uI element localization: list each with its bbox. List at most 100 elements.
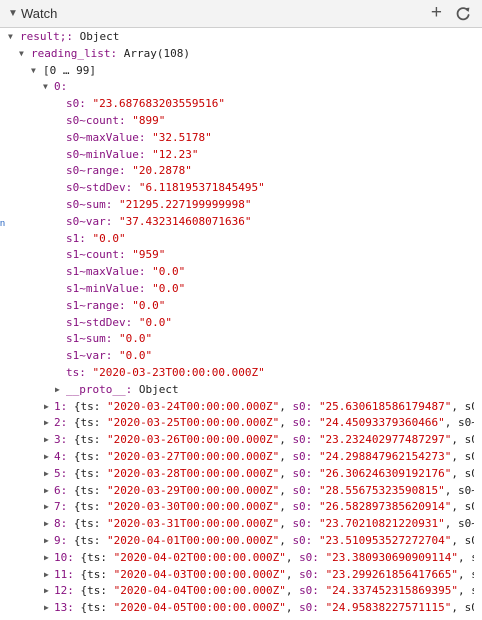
field-row[interactable]: s1~minValue: "0.0" bbox=[0, 281, 482, 298]
field-row[interactable]: ts: "2020-03-23T00:00:00.000Z" bbox=[0, 365, 482, 382]
collapsed-triangle-icon[interactable]: ▶ bbox=[44, 399, 49, 416]
panel-title[interactable]: Watch bbox=[21, 6, 57, 21]
array-item-row[interactable]: ▶ 13: {ts: "2020-04-05T00:00:00.000Z", s0… bbox=[0, 600, 482, 617]
item-tail: , s0~… bbox=[451, 433, 474, 447]
expanded-triangle-icon[interactable]: ▼ bbox=[31, 63, 36, 80]
collapsed-triangle-icon[interactable]: ▶ bbox=[44, 516, 49, 533]
field-row[interactable]: s1~range: "0.0" bbox=[0, 298, 482, 315]
item-s0-value: "23.380930690909114" bbox=[325, 550, 459, 564]
field-row[interactable]: s0: "23.687683203559516" bbox=[0, 96, 482, 113]
collapsed-triangle-icon[interactable]: ▶ bbox=[44, 432, 49, 449]
array-item-row[interactable]: ▶ 4: {ts: "2020-03-27T00:00:00.000Z", s0:… bbox=[0, 449, 482, 466]
item-tail: , s0~… bbox=[451, 449, 474, 463]
tree-row-range-group[interactable]: ▼ [0 … 99] bbox=[0, 63, 482, 80]
field-row[interactable]: s1~var: "0.0" bbox=[0, 348, 482, 365]
collapsed-triangle-icon[interactable]: ▶ bbox=[44, 499, 49, 516]
item-ts-value: "2020-04-05T00:00:00.000Z" bbox=[113, 601, 286, 615]
collapsed-triangle-icon[interactable]: ▶ bbox=[44, 567, 49, 584]
field-row[interactable]: s0~count: "899" bbox=[0, 113, 482, 130]
collapsed-triangle-icon[interactable]: ▶ bbox=[55, 382, 60, 399]
field-value: "23.687683203559516" bbox=[92, 97, 225, 111]
expanded-triangle-icon[interactable]: ▼ bbox=[8, 29, 13, 46]
field-key: s1~count: bbox=[66, 248, 126, 262]
array-item-row[interactable]: ▶ 5: {ts: "2020-03-28T00:00:00.000Z", s0:… bbox=[0, 466, 482, 483]
array-item-row[interactable]: ▶ 9: {ts: "2020-04-01T00:00:00.000Z", s0:… bbox=[0, 533, 482, 550]
collapsed-triangle-icon[interactable]: ▶ bbox=[44, 466, 49, 483]
item-separator: , bbox=[279, 433, 286, 447]
item-s0-key: s0: bbox=[292, 500, 313, 514]
field-row[interactable]: s1~count: "959" bbox=[0, 247, 482, 264]
item-s0-value: "24.298847962154273" bbox=[318, 449, 452, 463]
field-row[interactable]: s1: "0.0" bbox=[0, 231, 482, 248]
tree-row-proto[interactable]: ▶ __proto__: Object bbox=[0, 382, 482, 399]
item-open: {ts: bbox=[80, 567, 108, 581]
field-value: "2020-03-23T00:00:00.000Z" bbox=[92, 365, 265, 379]
refresh-icon[interactable] bbox=[454, 5, 472, 23]
item-index: 4: bbox=[54, 449, 68, 463]
item-open: {ts: bbox=[73, 533, 101, 547]
item-index: 12: bbox=[54, 584, 74, 598]
expanded-triangle-icon[interactable]: ▼ bbox=[43, 79, 48, 96]
expanded-triangle-icon[interactable]: ▼ bbox=[19, 46, 24, 63]
item-open: {ts: bbox=[73, 483, 101, 497]
field-key: s0: bbox=[66, 97, 86, 111]
item-separator: , bbox=[285, 550, 293, 564]
tree-row-result[interactable]: ▼ result;: Object bbox=[0, 29, 482, 46]
item-separator: , bbox=[285, 584, 293, 598]
field-row[interactable]: s1~stdDev: "0.0" bbox=[0, 315, 482, 332]
field-row[interactable]: s1~maxValue: "0.0" bbox=[0, 264, 482, 281]
collapsed-triangle-icon[interactable]: ▶ bbox=[44, 449, 49, 466]
item-separator: , bbox=[279, 466, 286, 480]
item-s0-value: "24.45093379360466" bbox=[318, 416, 445, 430]
panel-toggle-icon[interactable]: ▼ bbox=[8, 8, 18, 19]
item-tail: , s0… bbox=[451, 601, 474, 615]
field-row[interactable]: s0~range: "20.2878" bbox=[0, 163, 482, 180]
collapsed-triangle-icon[interactable]: ▶ bbox=[44, 483, 49, 500]
array-item-row[interactable]: ▶ 3: {ts: "2020-03-26T00:00:00.000Z", s0:… bbox=[0, 432, 482, 449]
item-open: {ts: bbox=[73, 416, 101, 430]
item-tail: , s0~… bbox=[444, 416, 474, 430]
item-index: 3: bbox=[54, 433, 68, 447]
array-item-row[interactable]: ▶ 8: {ts: "2020-03-31T00:00:00.000Z", s0:… bbox=[0, 516, 482, 533]
field-row[interactable]: s0~stdDev: "6.118195371845495" bbox=[0, 180, 482, 197]
item-tail: , s0~… bbox=[444, 483, 474, 497]
array-item-row[interactable]: ▶ 6: {ts: "2020-03-29T00:00:00.000Z", s0:… bbox=[0, 483, 482, 500]
array-item-row[interactable]: ▶ 2: {ts: "2020-03-25T00:00:00.000Z", s0:… bbox=[0, 415, 482, 432]
field-key: s0~stdDev: bbox=[66, 181, 133, 195]
collapsed-triangle-icon[interactable]: ▶ bbox=[44, 533, 49, 550]
field-key: s1: bbox=[66, 231, 86, 245]
array-item-row[interactable]: ▶ 10: {ts: "2020-04-02T00:00:00.000Z", s0… bbox=[0, 550, 482, 567]
tree-row-reading-list[interactable]: ▼ reading_list: Array(108) bbox=[0, 46, 482, 63]
collapsed-triangle-icon[interactable]: ▶ bbox=[44, 600, 49, 617]
range-group-label: [0 … 99] bbox=[43, 63, 96, 77]
array-item-row[interactable]: ▶ 1: {ts: "2020-03-24T00:00:00.000Z", s0:… bbox=[0, 399, 482, 416]
field-value: "12.23" bbox=[152, 147, 199, 161]
array-item-row[interactable]: ▶ 11: {ts: "2020-04-03T00:00:00.000Z", s0… bbox=[0, 567, 482, 584]
item-separator: , bbox=[279, 517, 286, 531]
field-row[interactable]: s1~sum: "0.0" bbox=[0, 331, 482, 348]
field-key: s1~maxValue: bbox=[66, 265, 146, 279]
field-key: s0~minValue: bbox=[66, 147, 146, 161]
field-value: "0.0" bbox=[118, 349, 153, 363]
collapsed-triangle-icon[interactable]: ▶ bbox=[44, 550, 49, 567]
item-separator: , bbox=[279, 533, 286, 547]
add-watch-button[interactable]: + bbox=[431, 2, 442, 24]
tree-row-item-0[interactable]: ▼ 0: bbox=[0, 79, 482, 96]
field-row[interactable]: s0~minValue: "12.23" bbox=[0, 147, 482, 164]
item-tail: , s… bbox=[458, 584, 474, 598]
field-row[interactable]: s0~maxValue: "32.5178" bbox=[0, 130, 482, 147]
collapsed-triangle-icon[interactable]: ▶ bbox=[44, 415, 49, 432]
item-index: 5: bbox=[54, 466, 68, 480]
item-s0-key: s0: bbox=[292, 433, 313, 447]
item-s0-value: "23.510953527272704" bbox=[318, 533, 452, 547]
array-item-row[interactable]: ▶ 7: {ts: "2020-03-30T00:00:00.000Z", s0:… bbox=[0, 499, 482, 516]
field-row[interactable]: s0~var: "37.432314608071636" bbox=[0, 214, 482, 231]
item-index: 13: bbox=[54, 601, 74, 615]
item-open: {ts: bbox=[73, 449, 101, 463]
array-item-row[interactable]: ▶ 12: {ts: "2020-04-04T00:00:00.000Z", s0… bbox=[0, 583, 482, 600]
field-row[interactable]: s0~sum: "21295.227199999998" bbox=[0, 197, 482, 214]
collapsed-triangle-icon[interactable]: ▶ bbox=[44, 583, 49, 600]
proto-value: Object bbox=[138, 382, 179, 396]
item-ts-value: "2020-03-27T00:00:00.000Z" bbox=[107, 449, 280, 463]
item-ts-value: "2020-04-04T00:00:00.000Z" bbox=[113, 584, 286, 598]
